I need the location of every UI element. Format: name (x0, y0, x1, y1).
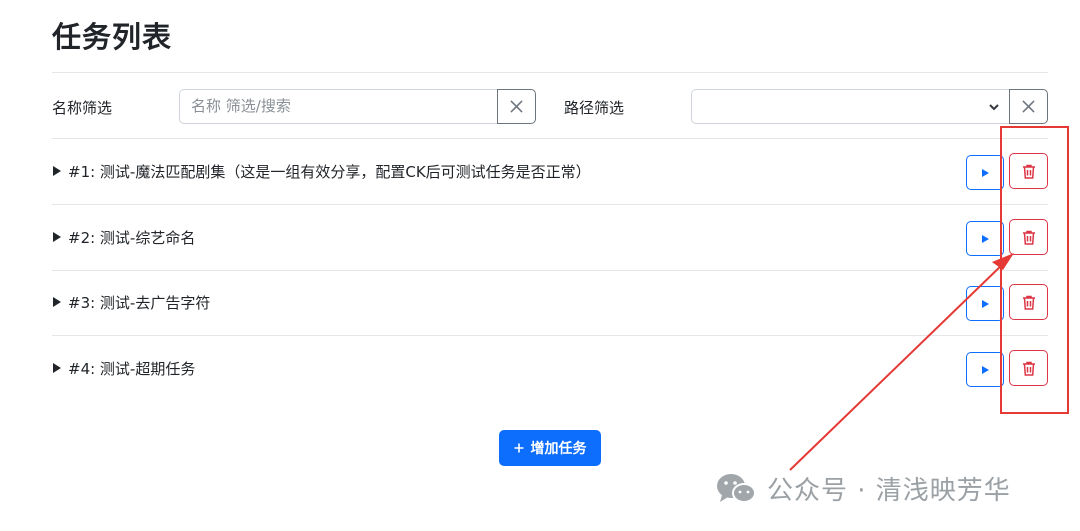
run-task-button[interactable] (966, 352, 1004, 387)
name-filter-clear-button[interactable] (497, 89, 536, 124)
path-filter-label: 路径筛选 (564, 99, 625, 117)
play-icon (982, 299, 989, 308)
expand-triangle-icon[interactable] (53, 297, 61, 307)
expand-triangle-icon[interactable] (53, 363, 61, 373)
task-title[interactable]: #3: 测试-去广告字符 (68, 292, 210, 313)
close-icon (510, 100, 523, 113)
chevron-down-icon (989, 104, 999, 111)
close-icon (1022, 100, 1035, 113)
expand-triangle-icon[interactable] (53, 166, 61, 176)
watermark-text: 公众号 · 清浅映芳华 (767, 476, 1011, 506)
task-title[interactable]: #2: 测试-综艺命名 (68, 227, 195, 248)
add-task-button[interactable]: 增加任务 (499, 430, 601, 466)
play-icon (982, 234, 989, 243)
task-row[interactable]: #2: 测试-综艺命名 (52, 205, 1048, 270)
page-title: 任务列表 (52, 20, 173, 54)
run-task-button[interactable] (966, 286, 1004, 321)
path-filter-select[interactable] (691, 89, 1010, 124)
task-row[interactable]: #3: 测试-去广告字符 (52, 270, 1048, 335)
play-icon (982, 168, 989, 177)
expand-triangle-icon[interactable] (53, 232, 61, 242)
play-icon (982, 365, 989, 374)
watermark: 公众号 · 清浅映芳华 (715, 470, 1011, 507)
name-filter-input[interactable]: 名称 筛选/搜索 (179, 89, 498, 124)
annotation-highlight-box (1000, 126, 1069, 414)
name-filter-label: 名称筛选 (52, 99, 113, 117)
plus-icon (514, 443, 523, 453)
run-task-button[interactable] (966, 221, 1004, 256)
task-row[interactable]: #1: 测试-魔法匹配剧集（这是一组有效分享，配置CK后可测试任务是否正常） (52, 139, 1048, 204)
task-title[interactable]: #4: 测试-超期任务 (68, 358, 195, 379)
task-row[interactable]: #4: 测试-超期任务 (52, 336, 1048, 401)
task-title[interactable]: #1: 测试-魔法匹配剧集（这是一组有效分享，配置CK后可测试任务是否正常） (68, 161, 591, 182)
run-task-button[interactable] (966, 155, 1004, 190)
add-task-label: 增加任务 (530, 441, 587, 457)
path-filter-clear-button[interactable] (1009, 89, 1048, 124)
wechat-icon (717, 473, 756, 503)
divider (52, 72, 1048, 73)
